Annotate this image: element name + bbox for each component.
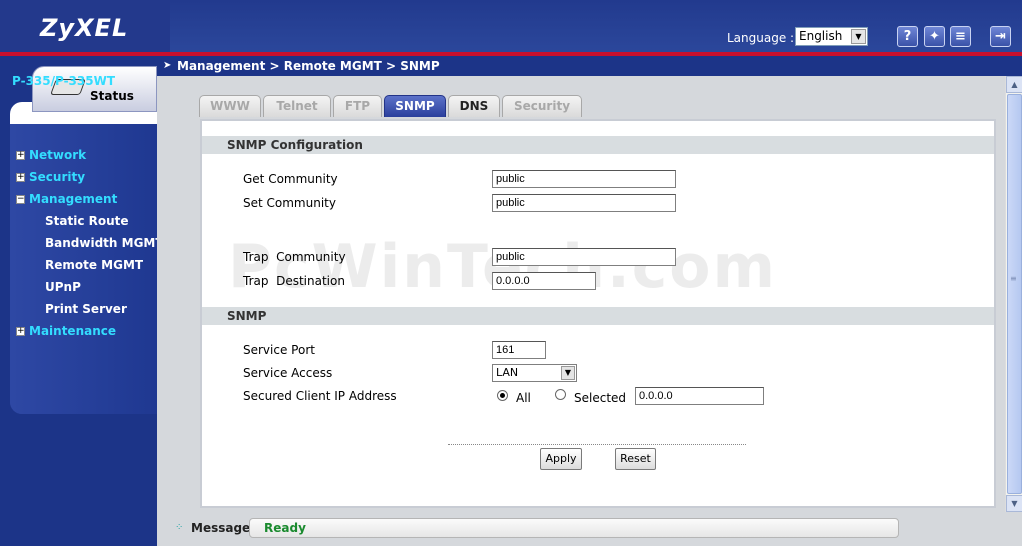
watermark: PcWinTech.com bbox=[228, 232, 778, 302]
tab-www[interactable]: WWW bbox=[199, 95, 261, 117]
sidebar-subitem-static-route[interactable]: Static Route bbox=[45, 214, 129, 228]
model-name: P-335/P-335WT bbox=[12, 74, 116, 88]
sidebar-item-maintenance[interactable]: Maintenance bbox=[29, 324, 116, 338]
sidebar-item-management[interactable]: Management bbox=[29, 192, 117, 206]
tab-telnet[interactable]: Telnet bbox=[263, 95, 331, 117]
set-community-label: Set Community bbox=[243, 196, 336, 210]
service-port-label: Service Port bbox=[243, 343, 315, 357]
trap-community-field[interactable] bbox=[492, 248, 676, 266]
sidebar-item-security[interactable]: Security bbox=[29, 170, 85, 184]
radio-all-label: All bbox=[516, 391, 531, 405]
zyxel-logo: ZyXEL bbox=[40, 14, 129, 42]
sidebar-subitem-bandwidth-mgmt[interactable]: Bandwidth MGMT bbox=[45, 236, 164, 250]
sidebar-subitem-print-server[interactable]: Print Server bbox=[45, 302, 127, 316]
sidebar-subitem-upnp[interactable]: UPnP bbox=[45, 280, 81, 294]
language-value: English bbox=[799, 29, 843, 43]
sidebar-item-network[interactable]: Network bbox=[29, 148, 86, 162]
secured-ip-label: Secured Client IP Address bbox=[243, 389, 397, 403]
radio-selected[interactable] bbox=[555, 389, 566, 400]
chevron-down-icon[interactable]: ▼ bbox=[851, 29, 866, 44]
sidebar-subitem-remote-mgmt[interactable]: Remote MGMT bbox=[45, 258, 143, 272]
status-tab-label: Status bbox=[90, 89, 134, 103]
scroll-down-icon[interactable]: ▼ bbox=[1006, 495, 1022, 512]
trap-community-label: Trap Community bbox=[243, 250, 346, 264]
tab-dns[interactable]: DNS bbox=[448, 95, 500, 117]
set-community-field[interactable] bbox=[492, 194, 676, 212]
radio-selected-label: Selected bbox=[574, 391, 627, 405]
wizard-icon[interactable]: ✦ bbox=[924, 26, 945, 47]
apply-button[interactable]: Apply bbox=[540, 448, 582, 470]
logout-icon[interactable]: ⇥ bbox=[990, 26, 1011, 47]
section-snmp: SNMP bbox=[202, 307, 994, 325]
service-access-value: LAN bbox=[496, 366, 519, 379]
service-access-select[interactable]: LAN ▼ bbox=[492, 364, 577, 382]
trap-destination-label: Trap Destination bbox=[243, 274, 345, 288]
expand-icon[interactable]: + bbox=[16, 327, 25, 336]
get-community-label: Get Community bbox=[243, 172, 338, 186]
radio-all[interactable] bbox=[497, 390, 508, 401]
collapse-icon[interactable]: − bbox=[16, 195, 25, 204]
tab-ftp[interactable]: FTP bbox=[333, 95, 382, 117]
message-box: Ready bbox=[249, 518, 899, 538]
language-select[interactable]: English ▼ bbox=[795, 27, 868, 46]
expand-icon[interactable]: + bbox=[16, 151, 25, 160]
notes-icon[interactable]: ≡ bbox=[950, 26, 971, 47]
breadcrumb: Management > Remote MGMT > SNMP bbox=[177, 59, 440, 73]
scrollbar[interactable]: ▲ ≡ ▼ bbox=[1005, 76, 1022, 512]
grip-icon: ≡ bbox=[1010, 274, 1017, 283]
tab-security[interactable]: Security bbox=[502, 95, 582, 117]
breadcrumb-arrow-icon: ➤ bbox=[163, 60, 172, 71]
section-snmp-configuration: SNMP Configuration bbox=[202, 136, 994, 154]
status-tab[interactable]: Status bbox=[32, 66, 157, 112]
expand-icon[interactable]: + bbox=[16, 173, 25, 182]
scroll-up-icon[interactable]: ▲ bbox=[1006, 76, 1022, 93]
selected-ip-field[interactable] bbox=[635, 387, 764, 405]
message-label: Message bbox=[191, 521, 251, 535]
service-port-field[interactable] bbox=[492, 341, 546, 359]
reset-button[interactable]: Reset bbox=[615, 448, 656, 470]
divider bbox=[448, 444, 746, 445]
get-community-field[interactable] bbox=[492, 170, 676, 188]
service-access-label: Service Access bbox=[243, 366, 333, 380]
trap-destination-field[interactable] bbox=[492, 272, 596, 290]
scroll-thumb[interactable] bbox=[1007, 94, 1022, 494]
sidebar: Status bbox=[0, 56, 157, 546]
tab-snmp[interactable]: SNMP bbox=[384, 95, 446, 117]
chevron-down-icon[interactable]: ▼ bbox=[561, 366, 575, 380]
header-bar bbox=[0, 0, 1022, 56]
message-icon: ⁘ bbox=[175, 522, 184, 533]
language-label: Language : bbox=[727, 31, 795, 45]
help-icon[interactable]: ? bbox=[897, 26, 918, 47]
